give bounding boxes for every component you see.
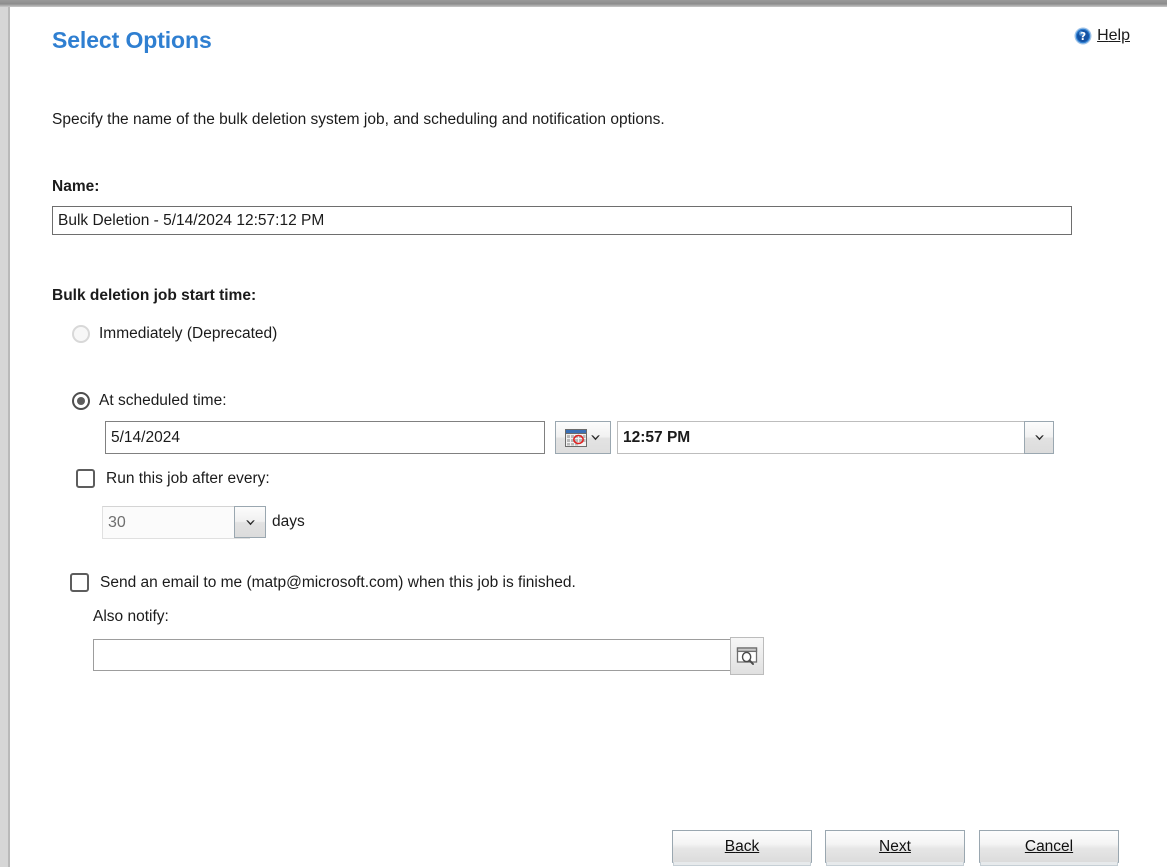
scheduled-time-dropdown-button[interactable] <box>1024 421 1054 454</box>
back-button-label: Back <box>725 838 759 856</box>
next-accesskey: N <box>879 838 890 855</box>
scheduled-time-input[interactable] <box>617 421 1050 454</box>
back-button[interactable]: Back <box>672 830 812 863</box>
calendar-picker-icon <box>565 429 587 447</box>
lookup-search-icon <box>736 646 758 666</box>
help-accesskey: H <box>1097 27 1109 44</box>
scheduled-date-input[interactable] <box>105 421 545 454</box>
cancel-button-label: Cancel <box>1025 838 1073 856</box>
send-email-label: Send an email to me (matp@microsoft.com)… <box>100 574 576 592</box>
help-link[interactable]: ? Help <box>1074 27 1130 45</box>
run-after-every-checkbox[interactable] <box>76 469 95 488</box>
radio-option-at-scheduled-time[interactable]: At scheduled time: <box>72 392 227 410</box>
run-after-every-label: Run this job after every: <box>106 470 270 488</box>
checkbox-row-run-after-every[interactable]: Run this job after every: <box>76 469 270 488</box>
back-label-rest: ack <box>735 838 759 855</box>
back-accesskey: B <box>725 838 735 855</box>
recurrence-unit-label: days <box>272 513 305 531</box>
next-button[interactable]: Next <box>825 830 965 863</box>
start-time-label: Bulk deletion job start time: <box>52 287 256 305</box>
also-notify-lookup-button[interactable] <box>730 637 764 675</box>
dialog-page: Select Options ? Help Specify the name o… <box>10 7 1167 867</box>
page-title: Select Options <box>52 27 212 54</box>
chevron-down-icon <box>244 516 257 529</box>
radio-at-scheduled-time-indicator[interactable] <box>72 392 90 410</box>
recurrence-interval-dropdown-button[interactable] <box>234 506 266 538</box>
checkbox-row-send-email[interactable]: Send an email to me (matp@microsoft.com)… <box>70 573 576 592</box>
radio-option-immediately[interactable]: Immediately (Deprecated) <box>72 325 277 343</box>
next-button-label: Next <box>879 838 911 856</box>
cancel-accesskey: C <box>1025 838 1036 855</box>
radio-at-scheduled-time-label: At scheduled time: <box>99 392 227 410</box>
help-label: Help <box>1097 27 1130 45</box>
send-email-checkbox[interactable] <box>70 573 89 592</box>
chevron-down-icon <box>1033 431 1046 444</box>
also-notify-label: Also notify: <box>93 608 169 626</box>
svg-text:?: ? <box>1080 31 1086 43</box>
cancel-button[interactable]: Cancel <box>979 830 1119 863</box>
calendar-picker-button[interactable] <box>555 421 611 454</box>
name-input[interactable] <box>52 206 1072 235</box>
also-notify-input[interactable] <box>93 639 740 671</box>
window-top-border <box>0 0 1167 7</box>
help-circle-icon: ? <box>1074 27 1092 45</box>
intro-text: Specify the name of the bulk deletion sy… <box>52 111 665 129</box>
radio-immediately-indicator[interactable] <box>72 325 90 343</box>
name-label: Name: <box>52 178 99 196</box>
radio-immediately-label: Immediately (Deprecated) <box>99 325 277 343</box>
help-label-rest: elp <box>1109 27 1130 44</box>
cancel-label-rest: ancel <box>1036 838 1073 855</box>
recurrence-interval-input[interactable] <box>102 506 250 539</box>
chevron-down-icon <box>589 431 602 444</box>
next-label-rest: ext <box>890 838 911 855</box>
